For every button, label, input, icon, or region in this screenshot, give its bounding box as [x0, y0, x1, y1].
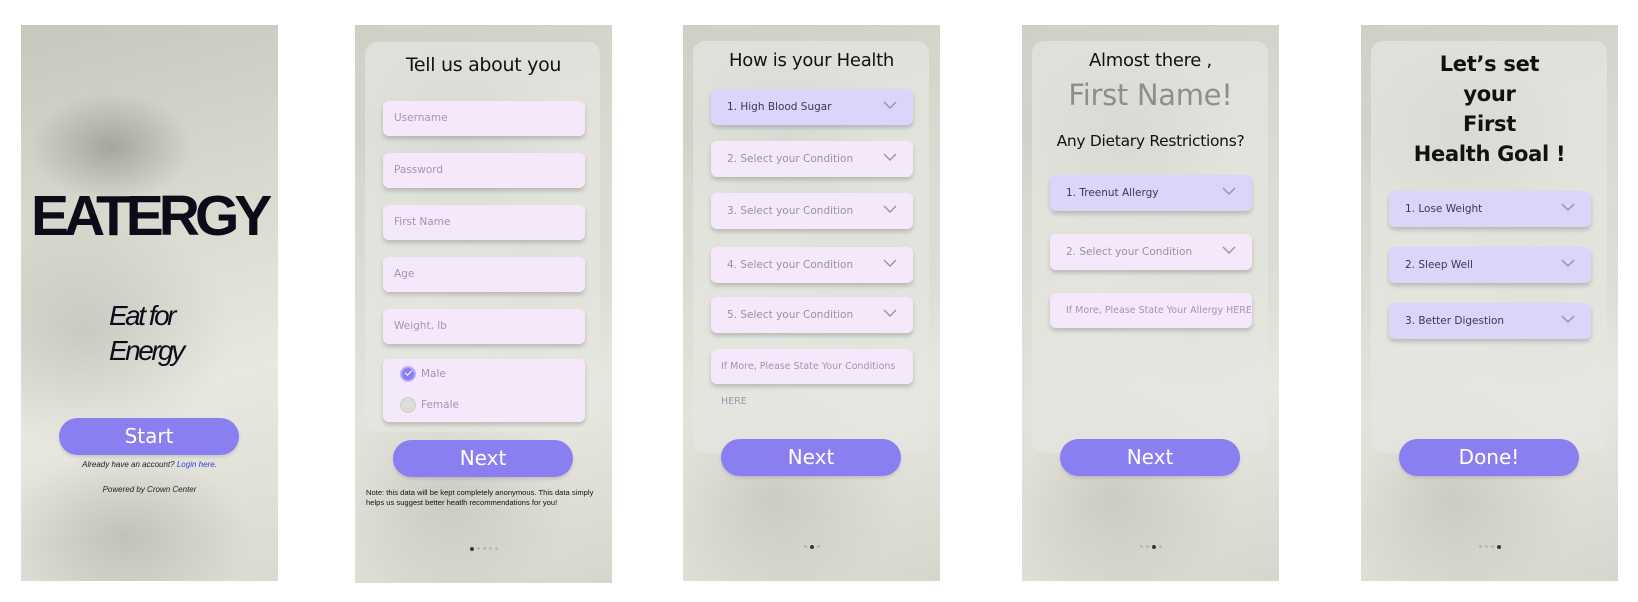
goal-select-1[interactable]: 1. Lose Weight	[1389, 191, 1591, 227]
goal-select-value: 3. Better Digestion	[1405, 315, 1505, 327]
health-screen: How is your Health 1. High Blood Sugar 2…	[683, 25, 940, 581]
page-dot	[469, 546, 474, 551]
account-prompt-text: Already have an account?	[82, 460, 177, 469]
radio-empty-icon	[400, 397, 416, 413]
page-title: How is your Health	[729, 50, 894, 71]
goal-select-value: 2. Sleep Well	[1405, 259, 1473, 271]
start-button[interactable]: Start	[59, 418, 239, 455]
username-field[interactable]: Username	[383, 101, 585, 136]
chevron-down-icon	[1561, 258, 1575, 268]
next-button[interactable]: Next	[721, 439, 901, 476]
page-dot	[816, 545, 820, 549]
tagline: Eat for Energy	[109, 298, 259, 368]
goal-screen: Let’s set your First Health Goal ! 1. Lo…	[1361, 25, 1618, 581]
goal-select-3[interactable]: 3. Better Digestion	[1389, 303, 1591, 339]
page-dot	[1151, 544, 1156, 549]
diet-screen: Almost there , First Name! Any Dietary R…	[1022, 25, 1279, 581]
next-button[interactable]: Next	[1060, 439, 1240, 476]
condition-select-4[interactable]: 4. Select your Condition	[711, 247, 913, 283]
password-field[interactable]: Password	[383, 153, 585, 188]
chevron-down-icon	[1561, 202, 1575, 212]
gender-option-female[interactable]: Female	[400, 396, 459, 414]
chevron-down-icon	[1561, 314, 1575, 324]
page-dot	[803, 545, 807, 549]
chevron-down-icon	[1222, 245, 1236, 255]
title-line: your	[1463, 82, 1516, 106]
condition-select-value: 1. High Blood Sugar	[727, 101, 832, 113]
app-logo: EATERGY	[31, 184, 272, 248]
gender-option-male[interactable]: Male	[400, 365, 446, 383]
gender-radio-group: Male Female	[383, 359, 585, 422]
page-dot	[488, 547, 492, 551]
tagline-line-1: Eat for	[109, 300, 176, 331]
page-dot	[482, 547, 486, 551]
condition-select-1[interactable]: 1. High Blood Sugar	[711, 89, 913, 125]
page-indicator	[355, 540, 612, 558]
more-conditions-field[interactable]: If More, Please State Your Conditions HE…	[711, 349, 913, 407]
page-dot	[809, 544, 814, 549]
goal-select-value: 1. Lose Weight	[1405, 203, 1483, 215]
page-dot	[1478, 545, 1482, 549]
page-title: Tell us about you	[405, 54, 562, 76]
page-dot	[1490, 545, 1494, 549]
more-allergies-field[interactable]: If More, Please State Your Allergy HERE	[1050, 293, 1252, 328]
chevron-down-icon	[883, 258, 897, 268]
gender-option-label: Male	[421, 368, 446, 380]
powered-by-text: Powered by Crown Center	[102, 485, 197, 494]
chevron-down-icon	[883, 204, 897, 214]
page-dot	[1158, 545, 1162, 549]
title-line: Let’s set	[1439, 52, 1540, 76]
page-dot	[1484, 545, 1488, 549]
login-prompt: Already have an account? Login here.	[21, 460, 278, 469]
login-link[interactable]: Login here.	[177, 460, 217, 469]
condition-select-3[interactable]: 3. Select your Condition	[711, 193, 913, 229]
page-dot	[1145, 545, 1149, 549]
age-field[interactable]: Age	[383, 257, 585, 292]
privacy-note: Note: this data will be kept completely …	[366, 488, 594, 507]
subtitle: Any Dietary Restrictions?	[1056, 132, 1245, 150]
page-dot	[1139, 545, 1143, 549]
condition-select-2[interactable]: 2. Select your Condition	[711, 141, 913, 177]
chevron-down-icon	[883, 308, 897, 318]
condition-select-value: 4. Select your Condition	[727, 259, 854, 271]
about-you-screen: Tell us about you Username Password Firs…	[355, 25, 612, 583]
chevron-down-icon	[883, 152, 897, 162]
page-dot	[1496, 544, 1501, 549]
page-dot	[494, 547, 498, 551]
weight-field[interactable]: Weight, lb	[383, 309, 585, 344]
condition-select-5[interactable]: 5. Select your Condition	[711, 297, 913, 333]
goal-select-2[interactable]: 2. Sleep Well	[1389, 247, 1591, 283]
tagline-line-2: Energy	[109, 335, 185, 366]
chevron-down-icon	[1222, 186, 1236, 196]
next-button[interactable]: Next	[393, 440, 573, 477]
restriction-select-1[interactable]: 1. Treenut Allergy	[1050, 175, 1252, 211]
gender-option-label: Female	[421, 399, 459, 411]
page-indicator	[1361, 538, 1618, 556]
condition-select-value: 3. Select your Condition	[727, 205, 854, 217]
condition-select-value: 5. Select your Condition	[727, 309, 854, 321]
title-line: First	[1463, 112, 1516, 136]
welcome-screen: EATERGY Eat for Energy Start Already hav…	[21, 25, 278, 581]
first-name-field[interactable]: First Name	[383, 205, 585, 240]
restriction-select-2[interactable]: 2. Select your Condition	[1050, 234, 1252, 270]
title-line: Health Goal !	[1413, 142, 1566, 166]
restriction-select-value: 1. Treenut Allergy	[1066, 187, 1159, 199]
page-dot	[476, 547, 480, 551]
checkmark-icon	[400, 366, 416, 382]
restriction-select-value: 2. Select your Condition	[1066, 246, 1193, 258]
chevron-down-icon	[883, 100, 897, 110]
condition-select-value: 2. Select your Condition	[727, 153, 854, 165]
done-button[interactable]: Done!	[1399, 439, 1579, 476]
page-title: Let’s set your First Health Goal !	[1361, 49, 1618, 169]
page-indicator	[1022, 538, 1279, 556]
page-title: Almost there ,	[1089, 50, 1212, 71]
first-name-display: First Name!	[1068, 78, 1233, 112]
page-indicator	[683, 538, 940, 556]
